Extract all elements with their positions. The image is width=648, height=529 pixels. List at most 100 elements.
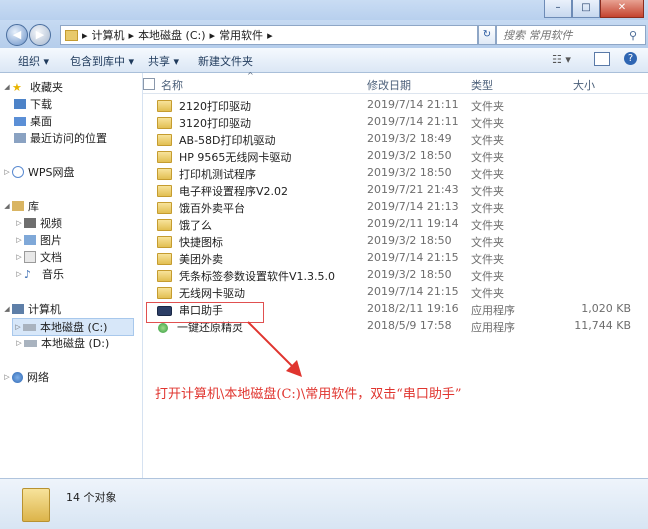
folder-icon	[157, 219, 172, 231]
breadcrumb-computer[interactable]: 计算机	[92, 27, 125, 43]
view-options-icon[interactable]: ☷ ▾	[552, 53, 571, 66]
sidebar-item-library[interactable]: ◢ 库	[2, 198, 39, 214]
file-type: 应用程序	[471, 321, 515, 334]
file-size: 11,744 KB	[574, 319, 631, 332]
sidebar-item-recent[interactable]: 最近访问的位置	[14, 130, 107, 146]
table-row[interactable]: 快捷图标 2019/3/2 18:50 文件夹	[153, 233, 645, 249]
sidebar-item-drive-c[interactable]: ▷ 本地磁盘 (C:)	[12, 318, 134, 336]
sidebar-item-favorites[interactable]: ◢ ★ 收藏夹	[2, 79, 63, 95]
sidebar-item-desktop[interactable]: 桌面	[14, 113, 52, 129]
recent-places-icon	[14, 133, 26, 143]
file-name: 电子秤设置程序V2.02	[157, 183, 288, 199]
search-box[interactable]: ⚲	[496, 25, 646, 45]
file-date: 2019/7/14 21:11	[367, 98, 459, 111]
file-type: 文件夹	[471, 219, 504, 232]
file-name: 美团外卖	[157, 251, 223, 267]
table-row[interactable]: HP 9565无线网卡驱动 2019/3/2 18:50 文件夹	[153, 148, 645, 164]
sidebar-item-downloads[interactable]: 下载	[14, 96, 52, 112]
column-date[interactable]: 修改日期	[367, 77, 411, 93]
sidebar-item-computer[interactable]: ◢ 计算机	[2, 301, 61, 317]
status-bar: 14 个对象	[0, 478, 648, 529]
table-row[interactable]: 美团外卖 2019/7/14 21:15 文件夹	[153, 250, 645, 266]
picture-icon	[24, 235, 36, 245]
folder-icon	[157, 134, 172, 146]
sidebar-item-wps[interactable]: ▷ WPS网盘	[2, 164, 75, 180]
file-date: 2019/3/2 18:50	[367, 149, 452, 162]
maximize-button[interactable]: □	[572, 0, 600, 18]
file-type: 文件夹	[471, 168, 504, 181]
folder-icon	[157, 287, 172, 299]
help-icon[interactable]: ?	[624, 52, 637, 65]
folder-icon	[157, 151, 172, 163]
breadcrumb-common-software[interactable]: 常用软件	[219, 27, 263, 43]
folder-icon	[157, 185, 172, 197]
file-date: 2019/7/21 21:43	[367, 183, 459, 196]
file-date: 2019/3/2 18:50	[367, 268, 452, 281]
sidebar-item-music[interactable]: ▷ ♪ 音乐	[14, 266, 64, 282]
folder-large-icon	[22, 488, 50, 522]
include-library-button[interactable]: 包含到库中 ▾	[70, 53, 134, 69]
address-bar[interactable]: ▸ 计算机 ▸ 本地磁盘 (C:) ▸ 常用软件 ▸	[60, 25, 478, 45]
title-bar: – □ ✕	[0, 0, 648, 20]
share-button[interactable]: 共享 ▾	[148, 53, 179, 69]
table-row[interactable]: 电子秤设置程序V2.02 2019/7/21 21:43 文件夹	[153, 182, 645, 198]
sidebar-item-videos[interactable]: ▷ 视频	[14, 215, 62, 231]
sidebar-item-pictures[interactable]: ▷ 图片	[14, 232, 62, 248]
new-folder-button[interactable]: 新建文件夹	[198, 53, 253, 69]
navigation-pane: ◢ ★ 收藏夹 下载 桌面 最近访问的位置 ▷ WPS网盘 ◢ 库 ▷ 视频 ▷ 图片 ▷ 文…	[0, 73, 143, 478]
desktop-icon	[14, 116, 26, 126]
forward-button[interactable]: ▶	[29, 24, 51, 46]
search-input[interactable]	[501, 27, 629, 43]
file-date: 2019/2/11 19:14	[367, 217, 459, 230]
organize-button[interactable]: 组织 ▾	[18, 53, 49, 69]
restore-icon	[158, 323, 168, 333]
file-name: 无线网卡驱动	[157, 285, 245, 301]
file-type: 文件夹	[471, 253, 504, 266]
music-icon: ♪	[24, 268, 32, 281]
file-type: 文件夹	[471, 134, 504, 147]
folder-icon	[157, 253, 172, 265]
back-button[interactable]: ◀	[6, 24, 28, 46]
library-icon	[12, 201, 24, 211]
file-name: 快捷图标	[157, 234, 223, 250]
video-icon	[24, 218, 36, 228]
table-row[interactable]: 3120打印驱动 2019/7/14 21:11 文件夹	[153, 114, 645, 130]
column-name[interactable]: 名称	[161, 77, 183, 93]
sidebar-item-network[interactable]: ▷ 网络	[2, 369, 49, 385]
computer-icon	[12, 304, 24, 314]
file-name: 凭条标签参数设置软件V1.3.5.0	[157, 268, 335, 284]
breadcrumb-drive-c[interactable]: 本地磁盘 (C:)	[138, 27, 205, 43]
folder-icon	[157, 270, 172, 282]
table-row[interactable]: 饿百外卖平台 2019/7/14 21:13 文件夹	[153, 199, 645, 215]
table-row[interactable]: 饿了么 2019/2/11 19:14 文件夹	[153, 216, 645, 232]
sidebar-item-drive-d[interactable]: ▷ 本地磁盘 (D:)	[14, 335, 109, 351]
file-name: 饿百外卖平台	[157, 200, 245, 216]
refresh-icon[interactable]: ↻	[478, 25, 496, 45]
file-date: 2019/3/2 18:49	[367, 132, 452, 145]
table-row[interactable]: 凭条标签参数设置软件V1.3.5.0 2019/3/2 18:50 文件夹	[153, 267, 645, 283]
close-button[interactable]: ✕	[600, 0, 644, 18]
command-bar: 组织 ▾ 包含到库中 ▾ 共享 ▾ 新建文件夹 ☷ ▾ ?	[0, 48, 648, 73]
file-type: 文件夹	[471, 236, 504, 249]
table-row[interactable]: AB-58D打印机驱动 2019/3/2 18:49 文件夹	[153, 131, 645, 147]
file-name: 打印机测试程序	[157, 166, 256, 182]
folder-icon	[157, 100, 172, 112]
column-size[interactable]: 大小	[573, 77, 595, 93]
table-row[interactable]: 打印机测试程序 2019/3/2 18:50 文件夹	[153, 165, 645, 181]
file-name: 饿了么	[157, 217, 212, 233]
select-all-checkbox[interactable]	[143, 78, 155, 90]
column-type[interactable]: 类型	[471, 77, 493, 93]
file-type: 文件夹	[471, 202, 504, 215]
file-list: 名称 ^ 修改日期 类型 大小 2120打印驱动 2019/7/14 21:11 文…	[143, 71, 648, 478]
table-row[interactable]: 无线网卡驱动 2019/7/14 21:15 文件夹	[153, 284, 645, 300]
column-header: 名称 ^ 修改日期 类型 大小	[143, 71, 648, 94]
folder-icon	[157, 168, 172, 180]
file-type: 应用程序	[471, 304, 515, 317]
preview-pane-icon[interactable]	[594, 52, 610, 66]
table-row[interactable]: 2120打印驱动 2019/7/14 21:11 文件夹	[153, 97, 645, 113]
file-type: 文件夹	[471, 100, 504, 113]
sort-arrow-icon: ^	[247, 71, 254, 80]
hard-drive-icon	[23, 323, 36, 331]
minimize-button[interactable]: –	[544, 0, 572, 18]
sidebar-item-documents[interactable]: ▷ 文档	[14, 249, 62, 265]
